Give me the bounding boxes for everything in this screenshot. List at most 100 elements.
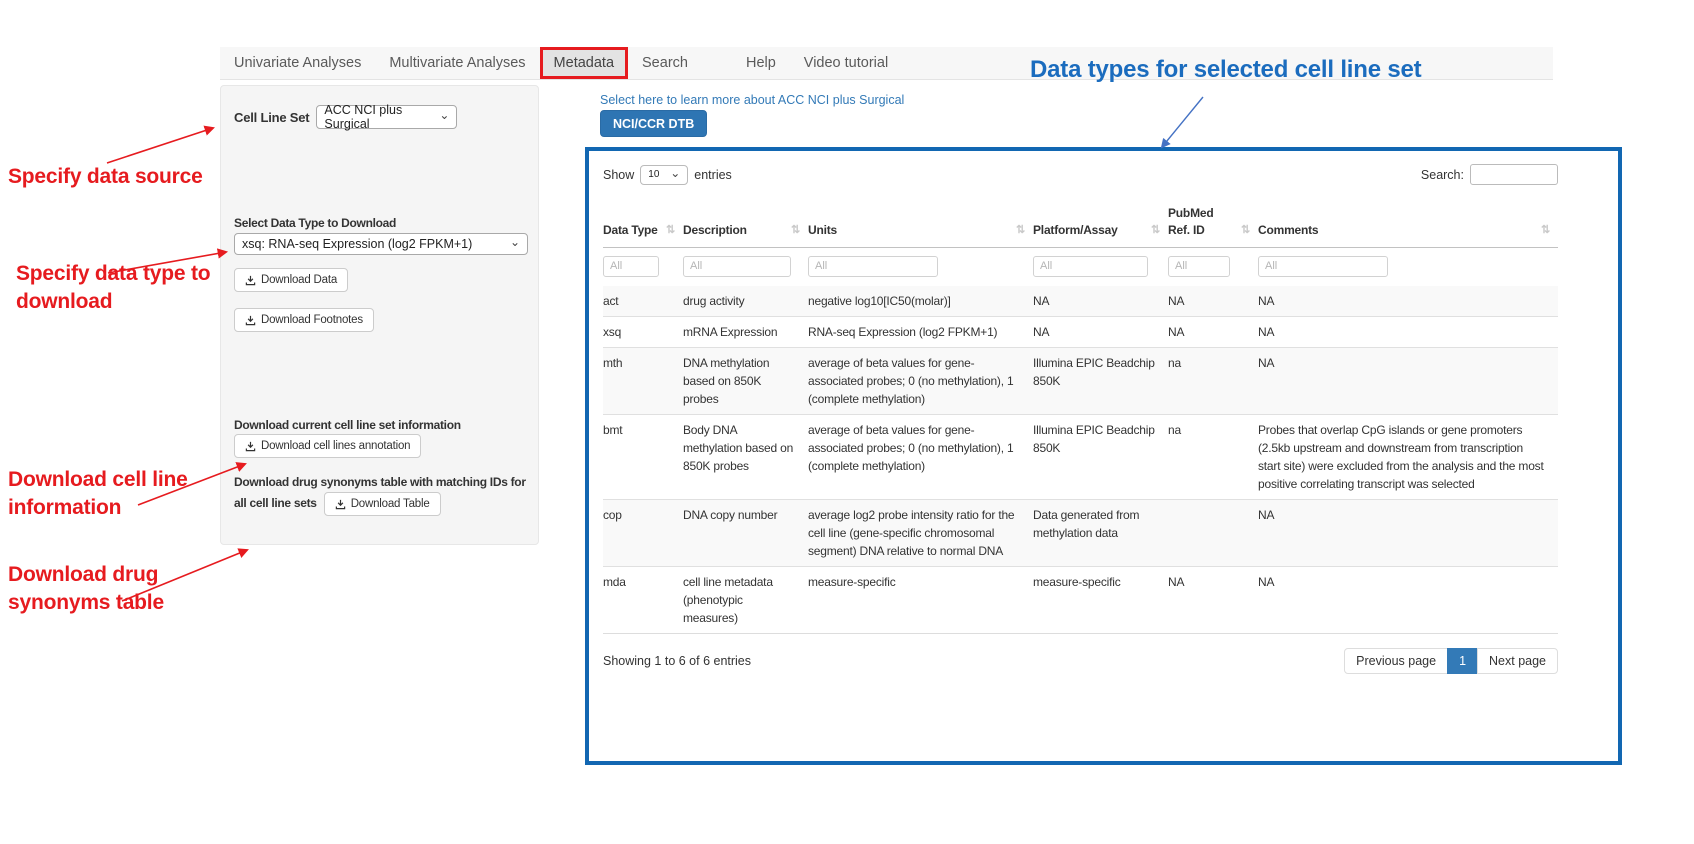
download-cell-lines-annotation-button[interactable]: Download cell lines annotation [234,434,421,458]
column-header[interactable]: Description ⇅ [683,195,808,247]
column-header-label: PubMed Ref. ID [1168,205,1237,239]
column-header-label: Platform/Assay [1033,222,1118,239]
metadata-table-body: actdrug activitynegative log10[IC50(mola… [603,286,1558,634]
table-cell: NA [1168,316,1258,347]
table-cell: measure-specific [808,566,1033,633]
sort-icon[interactable]: ⇅ [666,223,675,238]
table-cell: NA [1258,499,1558,566]
table-cell: xsq [603,316,683,347]
column-header-label: Units [808,222,837,239]
table-cell: act [603,286,683,317]
column-header[interactable]: Units ⇅ [808,195,1033,247]
download-icon [245,275,256,286]
table-row: xsqmRNA ExpressionRNA-seq Expression (lo… [603,316,1558,347]
sidebar-panel: Cell Line Set ACC NCI plus Surgical ⌄ Se… [220,85,539,545]
table-footer: Showing 1 to 6 of 6 entries Previous pag… [603,648,1558,674]
table-toolbar: Show 10 ⌄ entries Search: [603,164,1558,185]
sort-icon[interactable]: ⇅ [1151,223,1160,238]
nav-tab-search[interactable]: Search [628,47,702,79]
column-filter-input[interactable] [603,256,659,277]
data-types-panel: Show 10 ⌄ entries Search: Data Type⇅Desc… [585,147,1622,765]
column-header[interactable]: PubMed Ref. ID ⇅ [1168,195,1258,247]
filter-row [603,247,1558,286]
cell-line-set-value: ACC NCI plus Surgical [324,103,433,131]
sort-icon[interactable]: ⇅ [1016,223,1025,238]
table-cell: NA [1168,566,1258,633]
header-row: Data Type⇅Description⇅Units⇅Platform/Ass… [603,195,1558,247]
sort-icon[interactable]: ⇅ [1541,223,1550,238]
nci-ccr-dtb-button[interactable]: NCI/CCR DTB [600,110,707,137]
table-cell: mth [603,347,683,414]
table-cell: bmt [603,414,683,499]
learn-more-link[interactable]: Select here to learn more about ACC NCI … [600,93,904,107]
table-cell: drug activity [683,286,808,317]
show-entries-value: 10 [648,169,659,180]
nav-tab-help[interactable]: Help [732,47,790,79]
table-cell: average of beta values for gene-associat… [808,414,1033,499]
previous-page-button[interactable]: Previous page [1344,648,1448,674]
sort-icon[interactable]: ⇅ [1241,223,1250,238]
data-type-value: xsq: RNA-seq Expression (log2 FPKM+1) [242,237,472,251]
download-icon [335,499,346,510]
column-header-label: Description [683,222,747,239]
column-filter-input[interactable] [683,256,791,277]
drug-synonyms-heading: Download drug synonyms table with matchi… [234,473,534,516]
table-cell: Probes that overlap CpG islands or gene … [1258,414,1558,499]
table-cell: DNA methylation based on 850K probes [683,347,808,414]
app: Univariate Analyses Multivariate Analyse… [0,0,1694,844]
show-label: Show [603,168,634,182]
entries-label: entries [694,168,732,182]
download-icon [245,315,256,326]
sort-icon[interactable]: ⇅ [791,223,800,238]
table-cell: cell line metadata (phenotypic measures) [683,566,808,633]
download-icon [245,441,256,452]
table-cell: NA [1258,566,1558,633]
table-cell: NA [1033,316,1168,347]
chevron-down-icon: ⌄ [510,236,520,248]
table-cell: negative log10[IC50(molar)] [808,286,1033,317]
page-1-button[interactable]: 1 [1447,648,1478,674]
nav-tab-multivariate-analyses[interactable]: Multivariate Analyses [375,47,539,79]
column-header[interactable]: Platform/Assay ⇅ [1033,195,1168,247]
nav-tab-univariate-analyses[interactable]: Univariate Analyses [220,47,375,79]
table-cell: Illumina EPIC Beadchip 850K [1033,347,1168,414]
annotation-download-cell-line-info: Download cell line information [8,466,188,522]
table-cell: average of beta values for gene-associat… [808,347,1033,414]
download-data-button[interactable]: Download Data [234,268,348,292]
column-filter-input[interactable] [1168,256,1230,277]
column-header[interactable]: Data Type⇅ [603,195,683,247]
table-cell: Illumina EPIC Beadchip 850K [1033,414,1168,499]
cell-line-set-select[interactable]: ACC NCI plus Surgical ⌄ [316,105,457,129]
table-row: bmtBody DNA methylation based on 850K pr… [603,414,1558,499]
table-row: copDNA copy numberaverage log2 probe int… [603,499,1558,566]
search-input[interactable] [1470,164,1558,185]
download-table-button[interactable]: Download Table [324,492,441,516]
column-filter-input[interactable] [1033,256,1148,277]
nav-tab-video-tutorial[interactable]: Video tutorial [790,47,902,79]
showing-entries-status: Showing 1 to 6 of 6 entries [603,654,751,668]
data-type-select[interactable]: xsq: RNA-seq Expression (log2 FPKM+1) ⌄ [234,233,528,255]
chevron-down-icon: ⌄ [439,109,449,121]
table-row: mthDNA methylation based on 850K probesa… [603,347,1558,414]
column-filter-input[interactable] [808,256,938,277]
column-header-label: Comments [1258,222,1318,239]
table-cell: NA [1168,286,1258,317]
annotation-specify-data-type: Specify data type to download [16,260,210,316]
cell-line-set-label: Cell Line Set [234,110,309,125]
next-page-button[interactable]: Next page [1477,648,1558,674]
show-entries-select[interactable]: 10 ⌄ [640,165,688,185]
annotation-download-drug-synonyms: Download drug synonyms table [8,561,164,617]
table-cell: DNA copy number [683,499,808,566]
table-cell: mRNA Expression [683,316,808,347]
nav-tab-metadata[interactable]: Metadata [540,47,628,79]
table-cell: mda [603,566,683,633]
table-cell [1168,499,1258,566]
metadata-table: Data Type⇅Description⇅Units⇅Platform/Ass… [603,195,1558,634]
table-cell: cop [603,499,683,566]
download-footnotes-button[interactable]: Download Footnotes [234,308,374,332]
column-header[interactable]: Comments ⇅ [1258,195,1558,247]
table-cell: Data generated from methylation data [1033,499,1168,566]
column-filter-input[interactable] [1258,256,1388,277]
arrow-data-types-annotation [1162,97,1203,147]
table-cell: na [1168,414,1258,499]
